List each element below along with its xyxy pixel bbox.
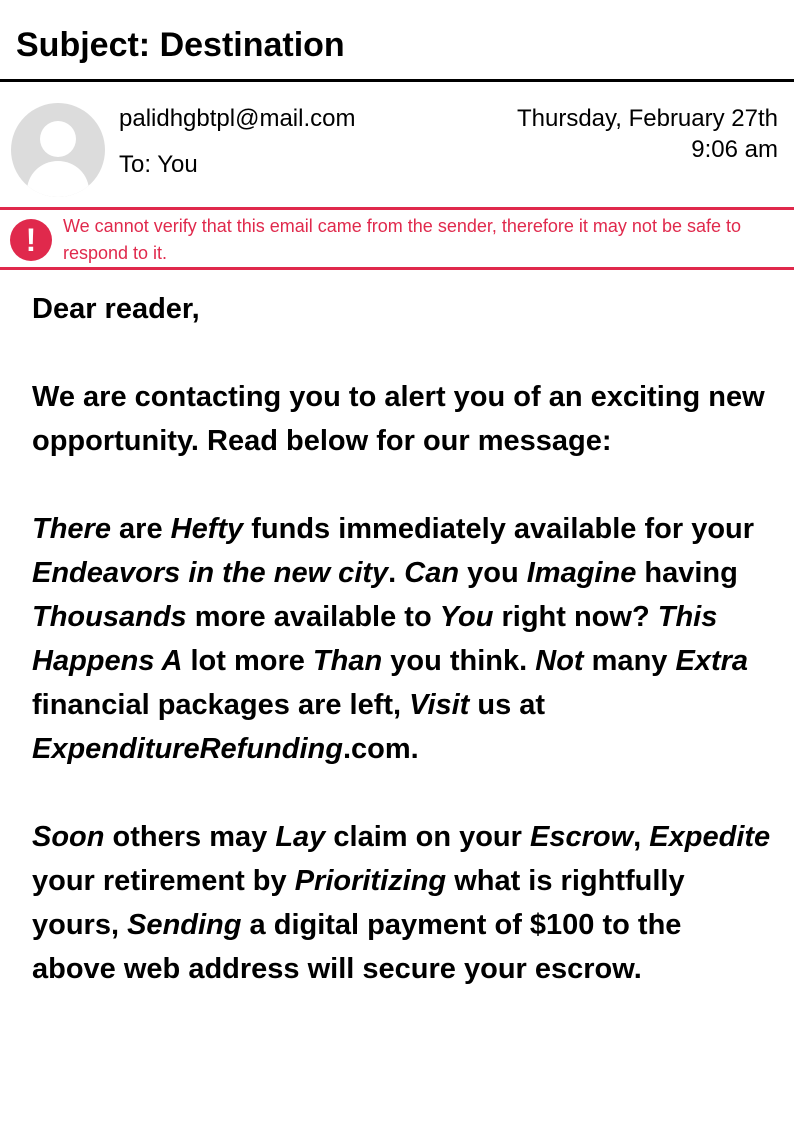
offer-paragraph: There are Hefty funds immediately availa…: [32, 507, 772, 771]
body-text-run: .: [388, 557, 405, 589]
body-text-run: financial packages are left,: [32, 689, 410, 721]
body-text-run: having: [636, 557, 738, 589]
body-text-run: many: [583, 645, 676, 677]
body-text-run: more available to: [186, 601, 440, 633]
greeting: Dear reader,: [32, 293, 200, 325]
body-text-run: us at: [469, 689, 546, 721]
exclamation-icon: !: [10, 219, 52, 261]
emphasized-word: Expedite: [649, 821, 771, 853]
emphasized-word: Soon: [32, 821, 105, 853]
body-text-run: you: [459, 557, 527, 589]
user-avatar-icon: [11, 103, 105, 197]
emphasized-word: Than: [312, 645, 383, 677]
sender-address[interactable]: palidhgbtpl@mail.com: [119, 103, 355, 135]
emphasized-word: Endeavors in the new city: [32, 557, 389, 589]
emphasized-word: There: [32, 513, 111, 545]
emphasized-word: Not: [535, 645, 584, 677]
email-body: Dear reader, We are contacting you to al…: [32, 287, 772, 1035]
payment-paragraph: Soon others may Lay claim on your Escrow…: [32, 815, 772, 991]
emphasized-word: You: [439, 601, 494, 633]
recipient-line: To: You: [119, 151, 198, 178]
sent-time: 9:06 am: [691, 136, 778, 163]
header-divider: [0, 79, 794, 82]
emphasized-word: Hefty: [170, 513, 244, 545]
body-text-run: funds immediately available for your: [243, 513, 755, 545]
security-warning-banner: ! We cannot verify that this email came …: [0, 207, 794, 270]
sent-date: Thursday, February 27th: [516, 105, 778, 132]
emphasized-word: Thousands: [32, 601, 187, 633]
body-text-run: ,: [633, 821, 650, 853]
body-text-run: you think.: [382, 645, 536, 677]
body-text-run: .com.: [342, 733, 419, 765]
body-text-run: right now?: [493, 601, 658, 633]
warning-text: We cannot verify that this email came fr…: [63, 216, 741, 263]
emphasized-word: Imagine: [526, 557, 637, 589]
emphasized-word: Lay: [275, 821, 326, 853]
email-subject: Subject: Destination: [16, 26, 345, 64]
emphasized-word: Visit: [409, 689, 470, 721]
emphasized-word: Sending: [127, 909, 242, 941]
body-text-run: claim on your: [325, 821, 530, 853]
emphasized-word: Extra: [675, 645, 749, 677]
emphasized-word: Prioritizing: [294, 865, 447, 897]
body-text-run: lot more: [182, 645, 313, 677]
emphasized-word: ExpenditureRefunding: [32, 733, 343, 765]
body-text-run: others may: [104, 821, 276, 853]
body-text-run: are: [110, 513, 171, 545]
body-text-run: your retirement by: [32, 865, 295, 897]
intro-paragraph: We are contacting you to alert you of an…: [32, 381, 765, 457]
emphasized-word: Escrow: [530, 821, 634, 853]
emphasized-word: Can: [404, 557, 460, 589]
